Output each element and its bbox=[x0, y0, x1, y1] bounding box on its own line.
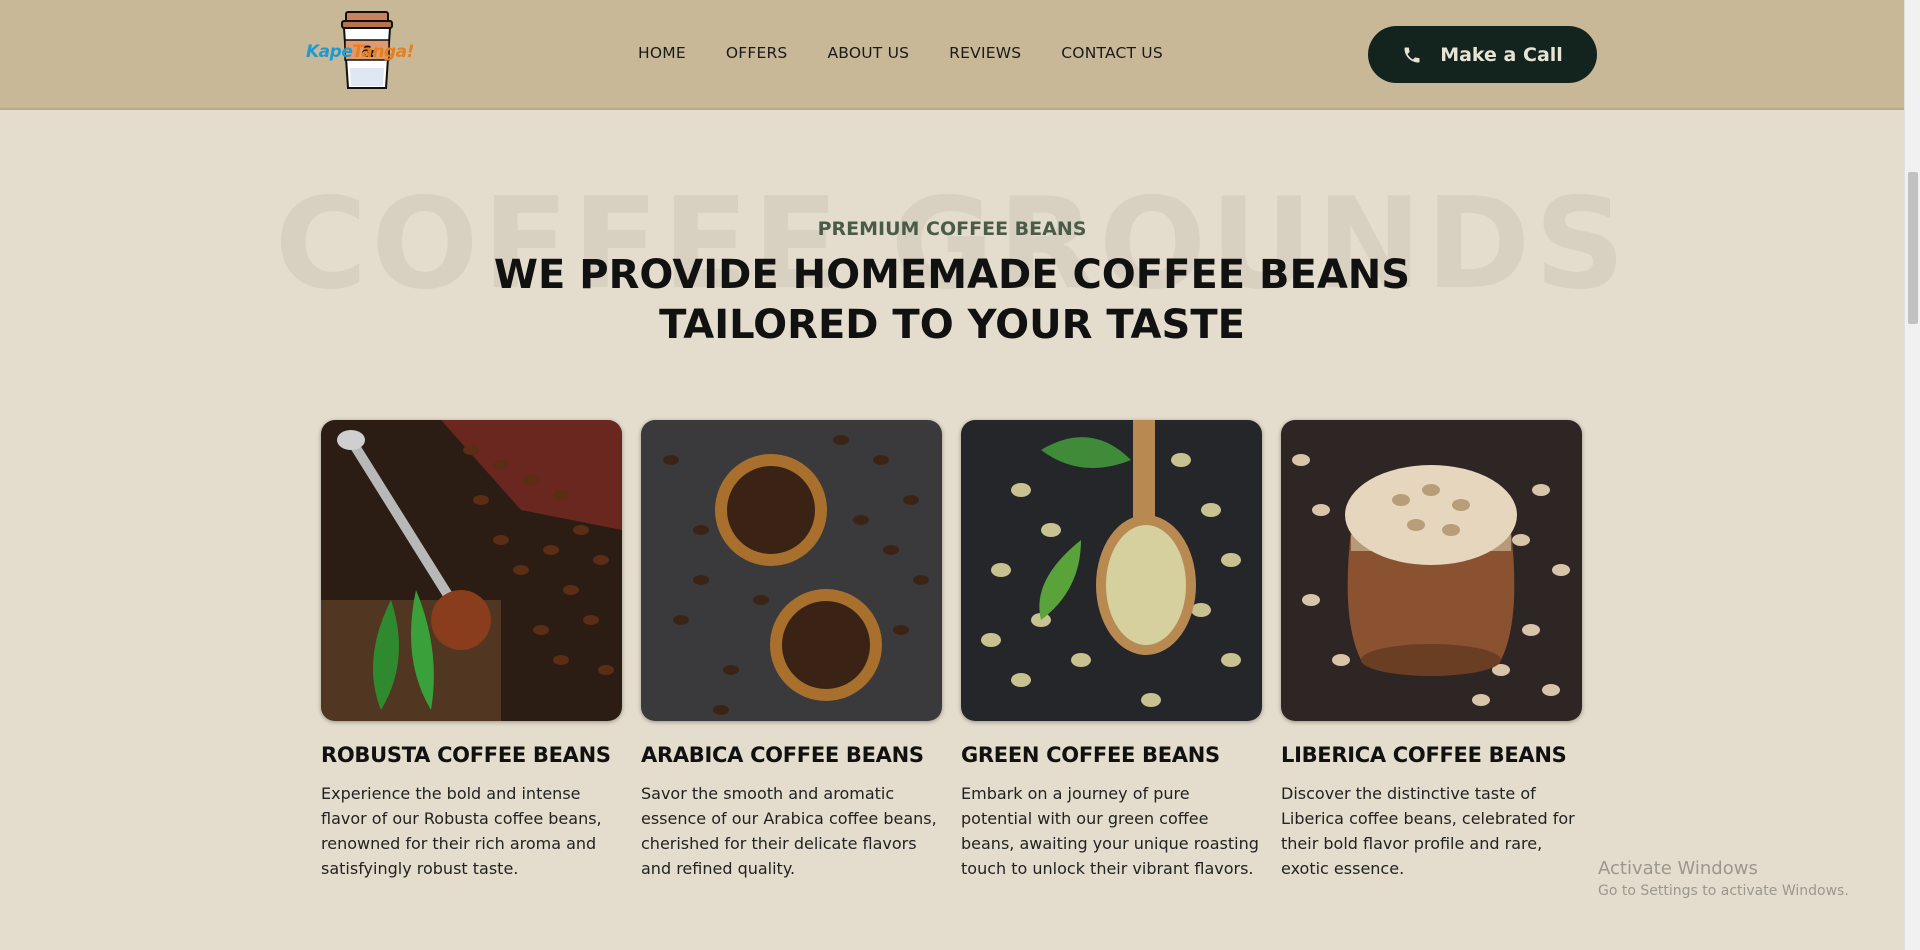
scrollbar-thumb[interactable] bbox=[1908, 172, 1918, 324]
nav-about-us[interactable]: ABOUT US bbox=[827, 44, 909, 62]
product-cards: ROBUSTA COFFEE BEANS Experience the bold… bbox=[321, 420, 1582, 881]
main-nav: HOME OFFERS ABOUT US REVIEWS CONTACT US bbox=[638, 44, 1163, 62]
robusta-image bbox=[321, 420, 622, 721]
vertical-scrollbar[interactable] bbox=[1904, 0, 1920, 950]
arabica-image bbox=[641, 420, 942, 721]
product-title: GREEN COFFEE BEANS bbox=[961, 743, 1220, 767]
nav-contact-us[interactable]: CONTACT US bbox=[1061, 44, 1163, 62]
section-headline: WE PROVIDE HOMEMADE COFFEE BEANS TAILORE… bbox=[493, 252, 1411, 348]
logo[interactable]: & KapeTanga! bbox=[306, 10, 428, 92]
green-beans-image bbox=[961, 420, 1262, 721]
product-card-green: GREEN COFFEE BEANS Embark on a journey o… bbox=[961, 420, 1262, 881]
logo-text: KapeTanga! bbox=[306, 42, 414, 62]
activation-subtitle: Go to Settings to activate Windows. bbox=[1598, 883, 1849, 899]
nav-offers[interactable]: OFFERS bbox=[726, 44, 788, 62]
make-a-call-label: Make a Call bbox=[1440, 43, 1563, 66]
section-eyebrow: PREMIUM COFFEE BEANS bbox=[817, 218, 1087, 240]
activation-title: Activate Windows bbox=[1598, 858, 1758, 879]
product-description: Embark on a journey of pure potential wi… bbox=[961, 784, 1259, 878]
product-description: Discover the distinctive taste of Liberi… bbox=[1281, 784, 1575, 878]
make-a-call-button[interactable]: Make a Call bbox=[1368, 26, 1597, 83]
product-card-robusta: ROBUSTA COFFEE BEANS Experience the bold… bbox=[321, 420, 622, 881]
liberica-image bbox=[1281, 420, 1582, 721]
product-description: Savor the smooth and aromatic essence of… bbox=[641, 784, 937, 878]
nav-home[interactable]: HOME bbox=[638, 44, 686, 62]
nav-reviews[interactable]: REVIEWS bbox=[949, 44, 1021, 62]
site-header: & KapeTanga! HOME OFFERS ABOUT US REVIEW… bbox=[0, 0, 1904, 110]
product-card-arabica: ARABICA COFFEE BEANS Savor the smooth an… bbox=[641, 420, 942, 881]
phone-icon bbox=[1404, 47, 1420, 62]
product-description: Experience the bold and intense flavor o… bbox=[321, 784, 602, 878]
windows-activation-watermark: Activate Windows Go to Settings to activ… bbox=[1598, 858, 1849, 899]
product-title: LIBERICA COFFEE BEANS bbox=[1281, 743, 1567, 767]
product-title: ARABICA COFFEE BEANS bbox=[641, 743, 924, 767]
product-card-liberica: LIBERICA COFFEE BEANS Discover the disti… bbox=[1281, 420, 1582, 881]
product-title: ROBUSTA COFFEE BEANS bbox=[321, 743, 611, 767]
